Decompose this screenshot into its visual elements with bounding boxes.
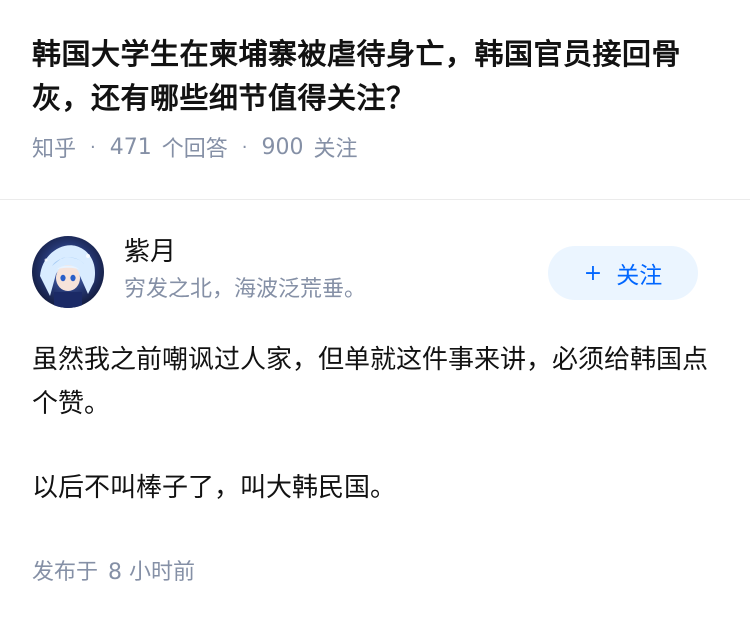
follower-count-label: 关注 (313, 137, 358, 162)
source-label[interactable]: 知乎 (32, 131, 76, 163)
author-card: 紫月 穷发之北，海波泛荒垂。 + 关注 (32, 236, 718, 308)
answer-paragraph: 以后不叫棒子了，叫大韩民国。 (32, 473, 397, 503)
answer-paragraph: 虽然我之前嘲讽过人家，但单就这件事来讲，必须给韩国点个赞。 (32, 345, 709, 419)
follow-button[interactable]: + 关注 (548, 246, 698, 300)
meta-separator: · (241, 136, 248, 158)
publish-time-value: 8 小时前 (108, 560, 196, 585)
question-header: 韩国大学生在柬埔寨被虐待身亡，韩国官员接回骨灰，还有哪些细节值得关注？ 知乎 ·… (32, 32, 722, 164)
meta-separator: · (90, 136, 96, 158)
question-title[interactable]: 韩国大学生在柬埔寨被虐待身亡，韩国官员接回骨灰，还有哪些细节值得关注？ (32, 32, 722, 120)
publish-label: 发布于 (32, 560, 99, 585)
author-bio: 穷发之北，海波泛荒垂。 (124, 277, 367, 302)
follower-count: 900 (261, 134, 304, 160)
plus-icon: + (583, 260, 603, 286)
answer-count: 471 (109, 134, 152, 160)
anime-avatar-icon[interactable] (32, 236, 104, 308)
publish-time: 发布于 8 小时前 (32, 554, 195, 586)
answer-count-label[interactable]: 个回答 (162, 131, 228, 163)
question-meta: 知乎 · 471 个回答 · 900 关注 (32, 130, 722, 164)
section-divider (0, 199, 750, 200)
answer-content: 虽然我之前嘲讽过人家，但单就这件事来讲，必须给韩国点个赞。 以后不叫棒子了，叫大… (32, 338, 712, 550)
author-name[interactable]: 紫月 (124, 234, 176, 270)
follow-button-label: 关注 (616, 263, 663, 289)
